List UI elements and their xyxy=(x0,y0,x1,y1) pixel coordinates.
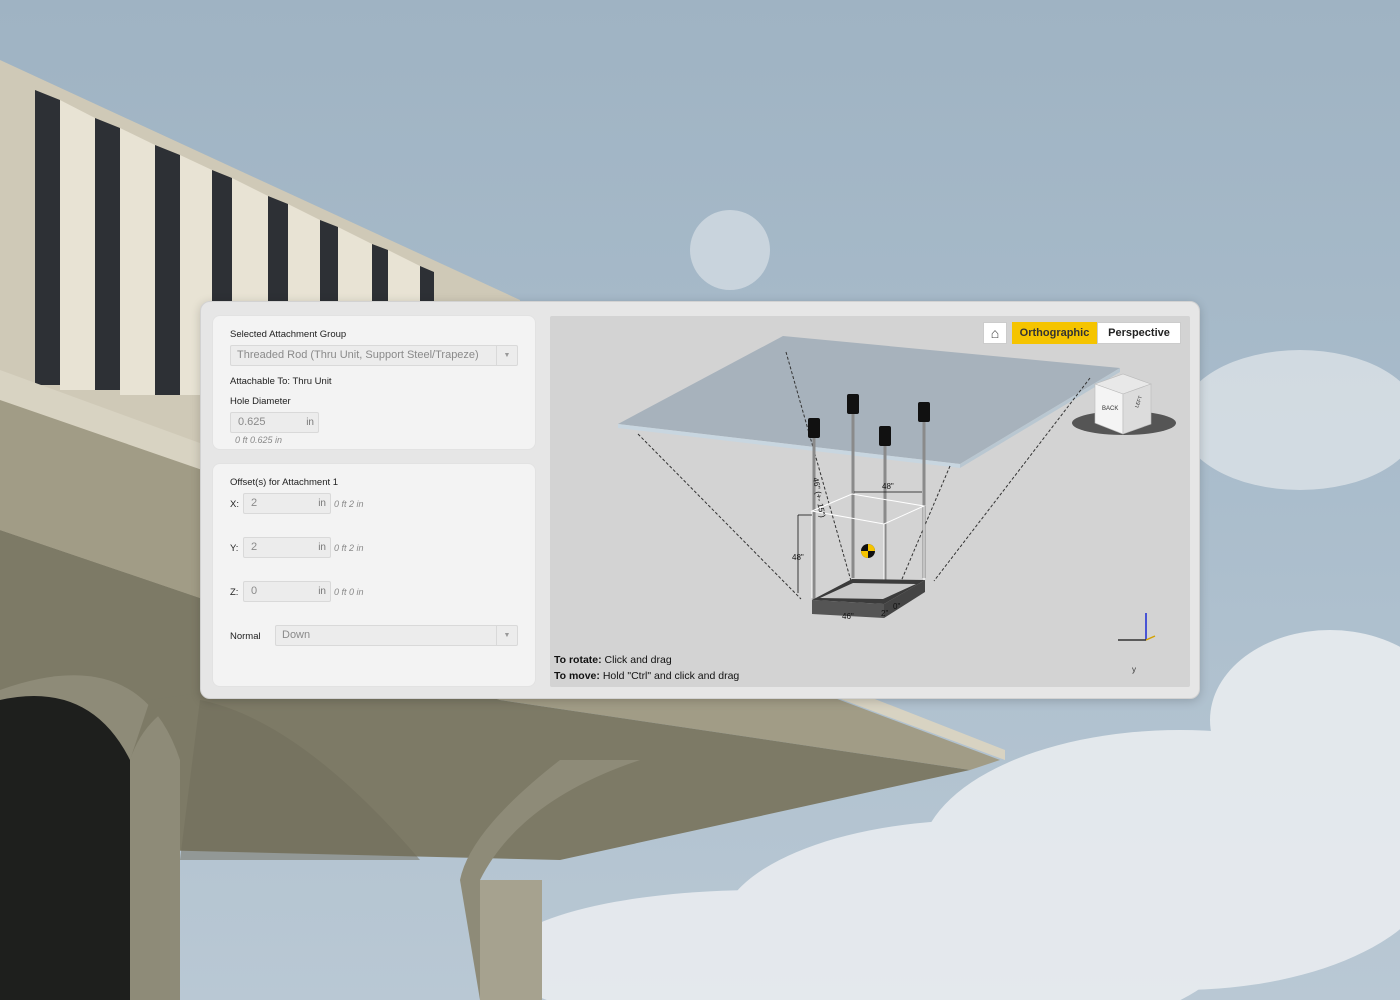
offset-y-label: Y: xyxy=(230,543,239,554)
offsets-card: Offset(s) for Attachment 1 X: 2 in 0 ft … xyxy=(213,464,535,686)
move-instruction-label: To move: xyxy=(554,670,600,682)
3d-scene[interactable]: 48" 48" 46" (+- 15") 46" 2" 0" BACK LEFT… xyxy=(550,316,1190,687)
offset-y-input[interactable]: 2 in xyxy=(243,537,331,558)
dim-offset-a: 2" xyxy=(881,609,888,618)
move-instruction-text: Hold "Ctrl" and click and drag xyxy=(599,670,740,682)
attachment-panel: Selected Attachment Group Threaded Rod (… xyxy=(200,301,1200,699)
hole-diameter-unit: in xyxy=(306,417,314,428)
normal-select[interactable]: Down ▼ xyxy=(275,625,518,646)
rotate-instruction-text: Click and drag xyxy=(601,654,672,666)
offset-y-value: 2 xyxy=(251,541,258,553)
dim-top-width: 48" xyxy=(882,482,894,491)
attachable-to-label: Attachable To: Thru Unit xyxy=(230,376,332,387)
ceiling-slab xyxy=(618,336,1120,464)
tab-perspective[interactable]: Perspective xyxy=(1097,322,1181,344)
home-icon: ⌂ xyxy=(990,325,1000,341)
attachment-group-label: Selected Attachment Group xyxy=(230,329,347,340)
dim-height: 48" xyxy=(792,553,804,562)
offsets-title: Offset(s) for Attachment 1 xyxy=(230,477,339,488)
rotate-instruction: To rotate: Click and drag xyxy=(554,654,672,666)
hole-diameter-input[interactable]: 0.625 in xyxy=(230,412,319,433)
attachment-group-card: Selected Attachment Group Threaded Rod (… xyxy=(213,316,535,449)
offset-z-unit: in xyxy=(318,586,326,597)
hole-diameter-hint: 0 ft 0.625 in xyxy=(235,435,283,445)
offset-x-label: X: xyxy=(230,499,239,510)
home-view-button[interactable]: ⌂ xyxy=(983,322,1007,344)
dim-offset-b: 0" xyxy=(893,602,900,611)
offset-x-hint: 0 ft 2 in xyxy=(334,499,364,509)
chevron-down-icon: ▼ xyxy=(496,626,517,645)
axis-gizmo: y xyxy=(1118,613,1156,674)
offset-z-hint: 0 ft 0 in xyxy=(334,587,364,597)
normal-value: Down xyxy=(282,629,311,641)
move-instruction: To move: Hold "Ctrl" and click and drag xyxy=(554,670,739,682)
axis-y-label: y xyxy=(1132,665,1136,674)
tab-orthographic[interactable]: Orthographic xyxy=(1012,322,1097,344)
rotate-instruction-label: To rotate: xyxy=(554,654,602,666)
dim-bottom-width: 46" xyxy=(842,612,854,621)
3d-viewport[interactable]: 48" 48" 46" (+- 15") 46" 2" 0" BACK LEFT… xyxy=(550,316,1190,687)
hole-diameter-label: Hole Diameter xyxy=(230,396,291,407)
nav-cube-back: BACK xyxy=(1102,406,1118,412)
attachment-group-select[interactable]: Threaded Rod (Thru Unit, Support Steel/T… xyxy=(230,345,518,366)
offset-x-unit: in xyxy=(318,498,326,509)
offset-z-value: 0 xyxy=(251,585,258,597)
offset-x-value: 2 xyxy=(251,497,258,509)
offset-x-input[interactable]: 2 in xyxy=(243,493,331,514)
hole-diameter-value: 0.625 xyxy=(238,416,266,428)
offset-y-hint: 0 ft 2 in xyxy=(334,543,364,553)
normal-label: Normal xyxy=(230,631,261,642)
chevron-down-icon: ▼ xyxy=(496,346,517,365)
attachment-group-value: Threaded Rod (Thru Unit, Support Steel/T… xyxy=(237,349,479,361)
offset-z-input[interactable]: 0 in xyxy=(243,581,331,602)
offset-y-unit: in xyxy=(318,542,326,553)
offset-z-label: Z: xyxy=(230,587,239,598)
